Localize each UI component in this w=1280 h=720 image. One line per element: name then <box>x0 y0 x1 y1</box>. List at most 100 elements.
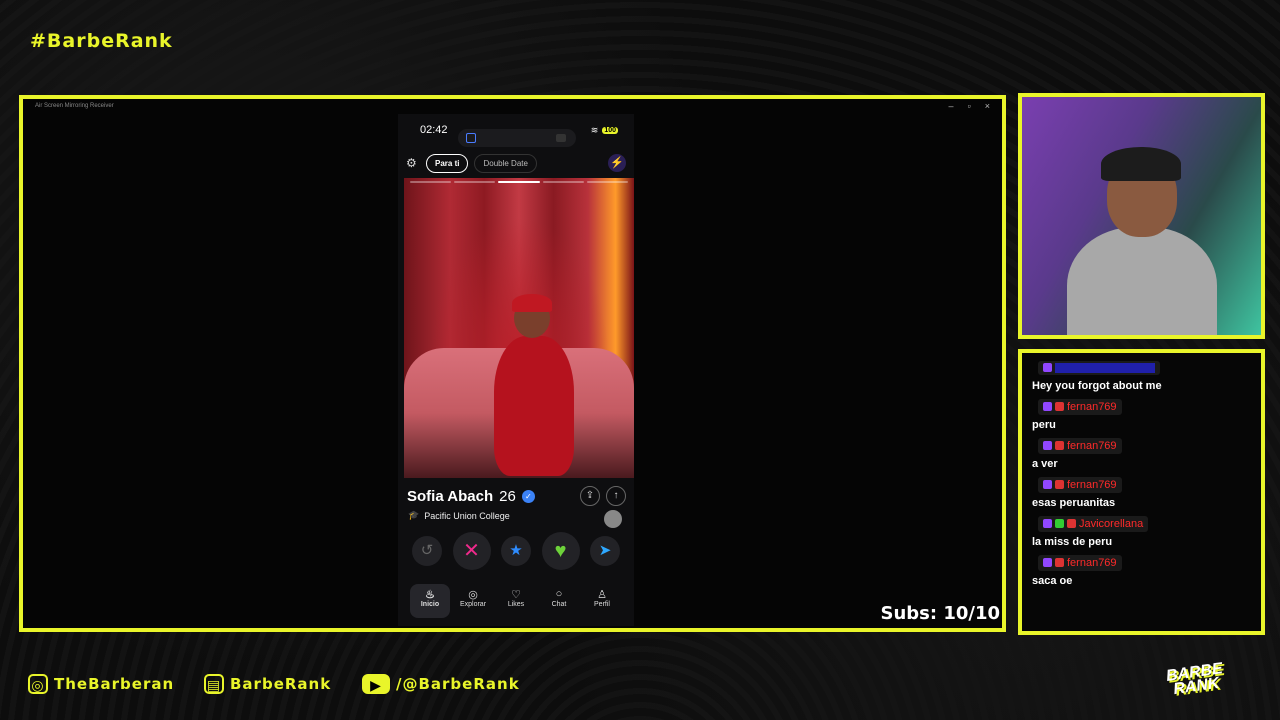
profile-school-row: 🎓 Pacific Union College <box>408 510 510 521</box>
like-button[interactable]: ♥ <box>541 532 580 570</box>
photo-indicator <box>454 181 496 183</box>
nav-label: Chat <box>551 601 567 608</box>
badge-icon <box>1055 519 1064 528</box>
arrow-up-icon[interactable]: ↑ <box>606 486 626 506</box>
badge-icon <box>1055 441 1064 450</box>
chat-username-tag <box>1038 360 1160 375</box>
minimize-button[interactable]: – <box>949 101 954 111</box>
chat-username: fernan769 <box>1067 400 1117 413</box>
nav-perfil[interactable]: ♙ Perfil <box>582 584 622 618</box>
chat-username-tag: fernan769 <box>1038 476 1122 493</box>
assistive-touch-icon[interactable] <box>604 510 622 528</box>
chat-text: la miss de peru <box>1032 536 1113 548</box>
battery-icon: 100 <box>602 126 618 134</box>
chat-icon: ○ <box>555 588 563 600</box>
chat-message: Javicorellana la miss de peru <box>1032 515 1251 548</box>
photo-progress <box>410 181 629 183</box>
bottom-nav: ♨ Inicio ◎ Explorar ♡ Likes ○ Chat ♙ Per… <box>410 584 622 618</box>
profile-school: Pacific Union College <box>424 510 510 521</box>
close-button[interactable]: × <box>985 101 990 111</box>
window-title: Air Screen Mirroring Receiver <box>35 103 114 109</box>
chat-message: Hey you forgot about me <box>1032 359 1251 392</box>
chat-username-tag: fernan769 <box>1038 554 1122 571</box>
chat-username-tag: fernan769 <box>1038 398 1122 415</box>
chat-message: fernan769 saca oe <box>1032 554 1251 587</box>
person-figure <box>474 294 584 478</box>
photo-indicator <box>586 181 629 183</box>
twitch-badge-icon <box>1043 402 1052 411</box>
youtube-label: /@BarbeRank <box>396 675 520 693</box>
super-like-button[interactable]: ★ <box>501 536 531 566</box>
filter-icon[interactable]: ⚙ <box>406 156 420 170</box>
streamer-cap <box>1101 147 1181 181</box>
nav-likes[interactable]: ♡ Likes <box>496 584 536 618</box>
rewind-button[interactable]: ↺ <box>412 536 442 566</box>
chat-message: fernan769 a ver <box>1032 437 1251 470</box>
status-time: 02:42 <box>420 124 448 136</box>
chat-message: fernan769 peru <box>1032 398 1251 431</box>
streamer-hoodie <box>1067 227 1217 335</box>
nope-button[interactable]: ✕ <box>452 532 491 570</box>
share-icon[interactable]: ⇪ <box>580 486 600 506</box>
instagram-label: TheBarberan <box>54 675 175 693</box>
badge-icon <box>1055 480 1064 489</box>
screen-mirror-window: Air Screen Mirroring Receiver – ▫ × 02:4… <box>19 95 1006 632</box>
chat-username-tag: Javicorellana <box>1038 515 1149 532</box>
webcam-frame <box>1018 93 1265 339</box>
verified-icon: ✓ <box>521 489 535 503</box>
chat-text: a ver <box>1032 458 1058 470</box>
chat-username-tag: fernan769 <box>1038 437 1122 454</box>
camera-icon <box>556 134 566 142</box>
nav-label: Likes <box>507 601 525 608</box>
youtube-handle: ▶ /@BarbeRank <box>362 674 520 694</box>
instagram-handle: ◎ TheBarberan <box>28 674 174 694</box>
window-controls: – ▫ × <box>949 101 990 111</box>
chat-message: fernan769 esas peruanitas <box>1032 476 1251 509</box>
send-button[interactable]: ➤ <box>590 536 620 566</box>
nav-inicio[interactable]: ♨ Inicio <box>410 584 450 618</box>
profile-name: Sofia Abach <box>407 487 494 505</box>
badge-icon <box>1055 558 1064 567</box>
status-indicators: ≋ 100 <box>591 125 618 136</box>
chat-username: fernan769 <box>1067 556 1117 569</box>
maximize-button[interactable]: ▫ <box>968 101 971 111</box>
boost-icon[interactable]: ⚡ <box>608 154 626 172</box>
dynamic-island <box>458 129 576 147</box>
compass-icon: ◎ <box>468 589 478 601</box>
profile-age: 26 <box>499 487 516 505</box>
instagram-icon: ◎ <box>28 674 48 694</box>
twitch-badge-icon <box>1043 363 1052 372</box>
badge-icon <box>1067 519 1076 528</box>
phone-screen: 02:42 ≋ 100 ⚙ Para ti Double Date ⚡ Sofi… <box>398 114 634 626</box>
photo-indicator-active <box>498 181 540 183</box>
profile-photo[interactable] <box>404 178 634 478</box>
subs-counter: Subs: 10/10 <box>880 603 1000 624</box>
chat-username: fernan769 <box>1067 439 1117 452</box>
twitch-icon: ▤ <box>204 674 224 694</box>
profile-name-row: Sofia Abach 26 ✓ ⇪ ↑ <box>407 486 626 506</box>
nav-chat[interactable]: ○ Chat <box>539 584 579 618</box>
youtube-icon: ▶ <box>362 674 390 694</box>
twitch-handle: ▤ BarbeRank <box>204 674 331 694</box>
nav-explorar[interactable]: ◎ Explorar <box>453 584 493 618</box>
nav-label: Explorar <box>459 601 487 608</box>
photo-indicator <box>410 181 452 183</box>
flame-icon: ♨ <box>425 589 435 601</box>
tab-para-ti[interactable]: Para ti <box>426 153 469 173</box>
twitch-badge-icon <box>1043 519 1052 528</box>
chat-panel: Hey you forgot about me fernan769 peru f… <box>1018 349 1265 635</box>
action-buttons: ↺ ✕ ★ ♥ ➤ <box>412 532 620 570</box>
screen-share-icon <box>466 133 476 143</box>
photo-indicator <box>542 181 584 183</box>
nav-label: Inicio <box>420 601 440 608</box>
top-tabs: ⚙ Para ti Double Date ⚡ <box>406 152 626 174</box>
hashtag-title: #BarbeRank <box>30 30 173 52</box>
twitch-badge-icon <box>1043 480 1052 489</box>
person-body <box>494 336 574 476</box>
twitch-badge-icon <box>1043 441 1052 450</box>
chat-text: esas peruanitas <box>1032 497 1116 509</box>
person-hat <box>512 294 552 312</box>
chat-text: Hey you forgot about me <box>1032 380 1162 392</box>
tab-double-date[interactable]: Double Date <box>474 153 537 173</box>
wifi-icon: ≋ <box>590 124 599 135</box>
